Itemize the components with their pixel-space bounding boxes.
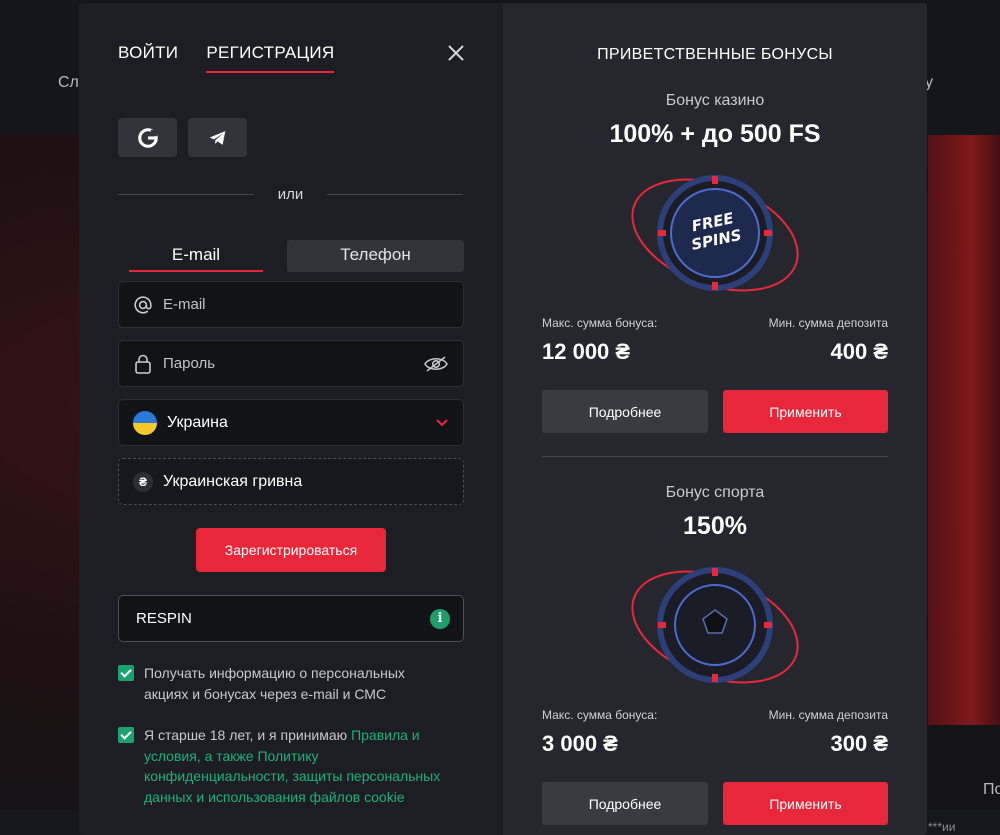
chevron-down-icon xyxy=(436,418,448,426)
or-text: или xyxy=(277,186,304,203)
bonuses-title: ПРИВЕТСТВЕННЫЕ БОНУСЫ xyxy=(597,46,833,63)
auth-modal: ВОЙТИ РЕГИСТРАЦИЯ или E-mail Телефон E-m… xyxy=(79,3,927,835)
auth-tabs: ВОЙТИ РЕГИСТРАЦИЯ xyxy=(118,43,335,73)
info-icon[interactable]: i xyxy=(430,609,450,629)
promo-code-value: RESPIN xyxy=(136,610,192,627)
register-button[interactable]: Зарегистрироваться xyxy=(196,528,386,572)
google-icon xyxy=(137,127,158,148)
tab-phone[interactable]: Телефон xyxy=(287,240,464,272)
country-select[interactable]: Украина xyxy=(118,399,464,446)
password-field[interactable]: Пароль xyxy=(118,340,464,387)
marketing-consent: Получать информацию о персональных акция… xyxy=(118,663,444,704)
age-consent-prefix: Я старше 18 лет, и я принимаю xyxy=(144,727,348,743)
divider-line xyxy=(118,194,254,195)
currency-value: Украинская гривна xyxy=(163,472,303,490)
promo-code-input[interactable]: RESPIN i xyxy=(118,595,464,642)
bonuses-panel: ПРИВЕТСТВЕННЫЕ БОНУСЫ Бонус казино 100% … xyxy=(503,3,927,835)
divider-line xyxy=(327,194,464,195)
casino-max-value: 12 000 ₴ xyxy=(542,339,631,364)
close-icon[interactable] xyxy=(446,43,466,63)
casino-more-button[interactable]: Подробнее xyxy=(542,390,708,433)
telegram-icon xyxy=(209,130,225,145)
sport-more-button[interactable]: Подробнее xyxy=(542,782,708,825)
casino-min-label: Мин. сумма депозита xyxy=(768,316,888,330)
marketing-consent-text: Получать информацию о персональных акция… xyxy=(144,665,405,702)
tab-login[interactable]: ВОЙТИ xyxy=(118,43,178,73)
tab-register[interactable]: РЕГИСТРАЦИЯ xyxy=(206,43,335,73)
tab-email[interactable]: E-mail xyxy=(129,240,263,272)
registration-panel: ВОЙТИ РЕГИСТРАЦИЯ или E-mail Телефон E-m… xyxy=(79,3,503,835)
sport-max-label: Макс. сумма бонуса: xyxy=(542,708,658,722)
and-also-text: , а также xyxy=(196,747,254,764)
telegram-login-button[interactable] xyxy=(188,118,247,157)
casino-max-label: Макс. сумма бонуса: xyxy=(542,316,658,330)
country-value: Украина xyxy=(167,413,228,431)
background-left-text: Сл xyxy=(58,74,79,91)
bonus-divider xyxy=(542,456,888,457)
eye-off-icon[interactable] xyxy=(423,355,449,373)
sport-bonus-label: Бонус спорта xyxy=(665,484,765,501)
sport-min-label: Мин. сумма депозита xyxy=(768,708,888,722)
background-bottom-right-text: По xyxy=(983,781,1000,798)
casino-apply-button[interactable]: Применить xyxy=(723,390,888,433)
sport-chip-image xyxy=(631,567,799,684)
age-consent: Я старше 18 лет, и я принимаю Правила и … xyxy=(118,725,444,807)
free-spins-chip-image: FREE SPINS xyxy=(631,175,799,292)
password-placeholder: Пароль xyxy=(163,355,216,372)
email-placeholder: E-mail xyxy=(163,296,206,313)
register-method-tabs: E-mail Телефон xyxy=(129,240,464,272)
sport-min-value: 300 ₴ xyxy=(830,731,889,756)
casino-bonus-value: 100% + до 500 FS xyxy=(609,120,821,148)
email-field[interactable]: E-mail xyxy=(118,281,464,328)
or-divider: или xyxy=(118,186,464,203)
sport-bonus-value: 150% xyxy=(683,512,747,540)
sport-max-value: 3 000 ₴ xyxy=(542,731,618,756)
hryvnia-icon: ₴ xyxy=(133,471,153,492)
currency-field: ₴ Украинская гривна xyxy=(118,458,464,505)
google-login-button[interactable] xyxy=(118,118,177,157)
at-icon xyxy=(134,295,152,314)
age-checkbox[interactable] xyxy=(118,727,134,743)
lock-icon xyxy=(135,354,151,374)
ukraine-flag-icon xyxy=(133,410,157,435)
marketing-checkbox[interactable] xyxy=(118,665,134,681)
casino-bonus-label: Бонус казино xyxy=(665,92,765,109)
age-consent-text: Я старше 18 лет, и я принимаю Правила и … xyxy=(144,725,444,807)
background-map-right xyxy=(928,135,1000,725)
background-bottom-tiny-text: ***ии xyxy=(928,820,956,834)
sport-apply-button[interactable]: Применить xyxy=(723,782,888,825)
casino-min-value: 400 ₴ xyxy=(830,339,889,364)
